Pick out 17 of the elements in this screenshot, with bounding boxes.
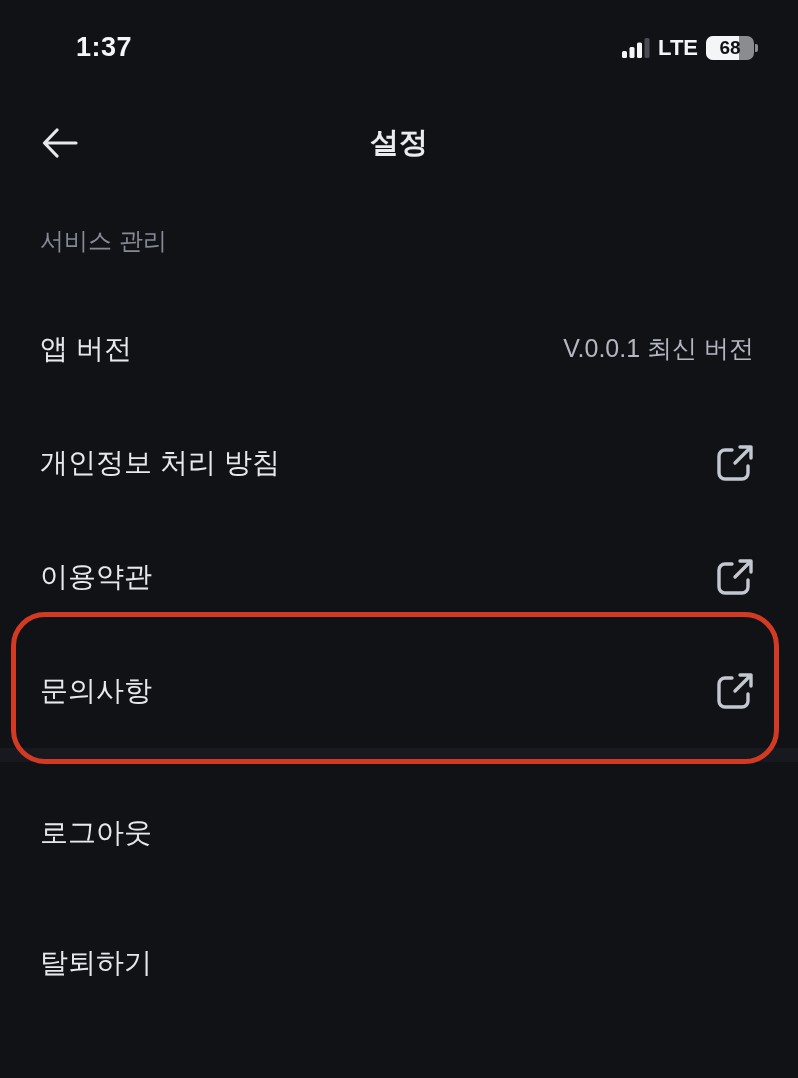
version-text: V.0.0.1 최신 버전 xyxy=(563,333,754,365)
external-link-icon xyxy=(716,558,754,596)
network-type: LTE xyxy=(658,34,698,62)
battery-percentage: 68 xyxy=(719,38,741,57)
signal-icon xyxy=(622,37,651,58)
settings-item[interactable]: 이용약관 xyxy=(40,556,152,598)
external-link-icon xyxy=(716,444,754,482)
settings-item[interactable]: 탈퇴하기 xyxy=(40,942,152,984)
settings-item[interactable]: 앱 버전 xyxy=(40,328,132,370)
external-link-icon xyxy=(716,672,754,710)
page-title: 설정 xyxy=(370,125,428,160)
settings-item[interactable]: 문의사항 xyxy=(40,670,152,712)
section-title: 서비스 관리 xyxy=(40,226,167,256)
arrow-left-icon xyxy=(42,127,78,158)
settings-item[interactable]: 개인정보 처리 방침 xyxy=(40,442,280,484)
settings-item[interactable]: 로그아웃 xyxy=(40,812,152,854)
status-time: 1:37 xyxy=(76,31,133,65)
